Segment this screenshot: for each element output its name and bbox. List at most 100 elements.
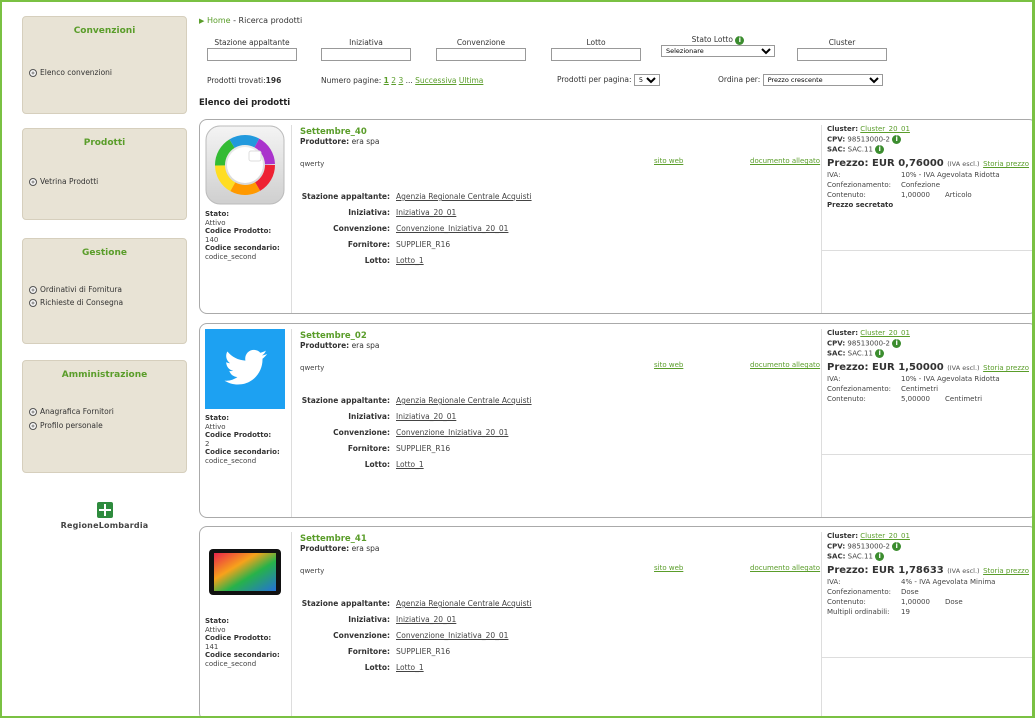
confezionamento-label: Confezionamento: [827, 181, 891, 189]
documento-allegato-link[interactable]: documento allegato [750, 564, 820, 572]
product-name[interactable]: Settembre_40 [300, 127, 367, 137]
info-icon[interactable]: i [875, 145, 885, 154]
stazione-link[interactable]: Agenzia Regionale Centrale Acquisti [396, 396, 532, 405]
price-label: Prezzo: [827, 565, 869, 576]
info-icon[interactable]: i [892, 135, 902, 144]
next-page-link[interactable]: Successiva [415, 76, 456, 85]
stato-lotto-label: Stato Lotto [691, 35, 733, 44]
sidebar-item-ordinativi[interactable]: Ordinativi di Fornitura [29, 285, 122, 294]
documento-allegato-link[interactable]: documento allegato [750, 361, 820, 369]
product-image[interactable] [205, 532, 285, 612]
logo-text: RegioneLombardia [60, 521, 149, 530]
stazione-link[interactable]: Agenzia Regionale Centrale Acquisti [396, 599, 532, 608]
contenuto-quantity: 5,00000 [901, 395, 930, 403]
filters-bar: Stazione appaltante Iniziativa Convenzio… [199, 35, 1032, 68]
info-icon[interactable]: i [892, 542, 902, 551]
breadcrumb-separator: - [230, 16, 239, 25]
stato-label: Stato: [205, 210, 230, 218]
info-icon[interactable]: i [892, 339, 902, 348]
sidebar-item-vetrina-prodotti[interactable]: Vetrina Prodotti [29, 177, 98, 186]
product-image[interactable] [205, 125, 285, 205]
detail-row-lotto: Lotto: Lotto_1 [300, 256, 600, 266]
iniziativa-link[interactable]: Iniziativa_20_01 [396, 208, 456, 217]
storia-prezzo-link[interactable]: Storia prezzo [983, 567, 1029, 575]
products-found: Prodotti trovati:196 [207, 76, 281, 85]
sidebar-item-richieste[interactable]: Richieste di Consegna [29, 298, 123, 307]
detail-label: Stazione appaltante: [301, 396, 390, 405]
sito-web-link[interactable]: sito web [654, 361, 683, 369]
cluster-input[interactable] [797, 48, 887, 61]
sac-label: SAC: [827, 145, 846, 154]
iniziativa-input[interactable] [321, 48, 411, 61]
fornitore-value: SUPPLIER_R16 [396, 444, 451, 453]
product-card: Stato: Attivo Codice Prodotto: 140 Codic… [199, 119, 1032, 314]
main-content: ▶ Home - Ricerca prodotti Stazione appal… [199, 16, 1032, 108]
product-meta: Stato: Attivo Codice Prodotto: 2 Codice … [205, 414, 280, 465]
sidebar-item-elenco-convenzioni[interactable]: Elenco convenzioni [29, 68, 112, 77]
sac-label: SAC: [827, 349, 846, 358]
page-1-link[interactable]: 1 [384, 76, 389, 85]
iva-escl: (IVA escl.) [947, 567, 980, 575]
filter-cluster: Cluster [797, 38, 887, 61]
iniziativa-link[interactable]: Iniziativa_20_01 [396, 615, 456, 624]
sito-web-link[interactable]: sito web [654, 157, 683, 165]
product-name[interactable]: Settembre_02 [300, 331, 367, 341]
stazione-input[interactable] [207, 48, 297, 61]
iniziativa-link[interactable]: Iniziativa_20_01 [396, 412, 456, 421]
convenzione-link[interactable]: Convenzione_Iniziativa_20_01 [396, 224, 508, 233]
filter-label: Iniziativa [349, 38, 383, 47]
sort-select[interactable]: Prezzo crescente [762, 74, 883, 86]
cluster-link[interactable]: Cluster_20_01 [860, 329, 910, 337]
detail-label: Convenzione: [333, 224, 390, 233]
arrow-right-icon: ▶ [199, 17, 205, 25]
page-frame: Convenzioni Elenco convenzioni Prodotti … [0, 0, 1035, 718]
multipli-value: 19 [901, 608, 910, 616]
lotto-link[interactable]: Lotto_1 [396, 460, 424, 469]
lotto-link[interactable]: Lotto_1 [396, 256, 424, 265]
producer-value: era spa [351, 137, 380, 146]
codice-secondario-value: codice_second [205, 659, 257, 668]
convenzione-link[interactable]: Convenzione_Iniziativa_20_01 [396, 631, 508, 640]
detail-row-iniziativa: Iniziativa: Iniziativa_20_01 [300, 412, 600, 422]
cpv-label: CPV: [827, 542, 846, 551]
info-icon[interactable]: i [875, 552, 885, 561]
pagination-label: Numero pagine: [321, 76, 382, 85]
cluster-link[interactable]: Cluster_20_01 [860, 125, 910, 133]
convenzione-input[interactable] [436, 48, 526, 61]
product-name[interactable]: Settembre_41 [300, 534, 367, 544]
documento-allegato-link[interactable]: documento allegato [750, 157, 820, 165]
iva-label: IVA: [827, 171, 841, 179]
filter-label: Stato Lotto i [661, 35, 775, 45]
price-value: 1,50000 [898, 362, 944, 373]
sidebar-item-anagrafica-fornitori[interactable]: Anagrafica Fornitori [29, 407, 114, 416]
codice-secondario-label: Codice secondario: [205, 651, 280, 659]
contenuto-unit: Articolo [945, 191, 972, 199]
confezionamento-value: Confezione [901, 181, 941, 189]
card-divider [821, 125, 822, 313]
convenzione-link[interactable]: Convenzione_Iniziativa_20_01 [396, 428, 508, 437]
lotto-input[interactable] [551, 48, 641, 61]
product-image[interactable] [205, 329, 285, 409]
color-wheel-icon [205, 125, 285, 205]
cluster-link[interactable]: Cluster_20_01 [860, 532, 910, 540]
stato-lotto-select[interactable]: Selezionare [661, 45, 775, 57]
stazione-link[interactable]: Agenzia Regionale Centrale Acquisti [396, 192, 532, 201]
storia-prezzo-link[interactable]: Storia prezzo [983, 160, 1029, 168]
storia-prezzo-link[interactable]: Storia prezzo [983, 364, 1029, 372]
per-page-select[interactable]: 5 [633, 74, 660, 86]
producer-label: Produttore: [300, 544, 350, 553]
lotto-link[interactable]: Lotto_1 [396, 663, 424, 672]
detail-row-convenzione: Convenzione: Convenzione_Iniziativa_20_01 [300, 224, 600, 234]
sac-line: SAC: SAC.11 i [827, 552, 1032, 562]
info-icon[interactable]: i [735, 35, 745, 45]
radio-icon [29, 285, 37, 294]
sidebar-item-profilo-personale[interactable]: Profilo personale [29, 421, 103, 430]
pagination: Numero pagine: 1 2 3 ... Successiva Ulti… [321, 76, 483, 85]
info-icon[interactable]: i [875, 349, 885, 358]
breadcrumb-home-link[interactable]: Home [207, 16, 231, 25]
sito-web-link[interactable]: sito web [654, 564, 683, 572]
page-3-link[interactable]: 3 [398, 76, 403, 85]
page-2-link[interactable]: 2 [391, 76, 396, 85]
card-divider [291, 329, 292, 517]
last-page-link[interactable]: Ultima [459, 76, 484, 85]
